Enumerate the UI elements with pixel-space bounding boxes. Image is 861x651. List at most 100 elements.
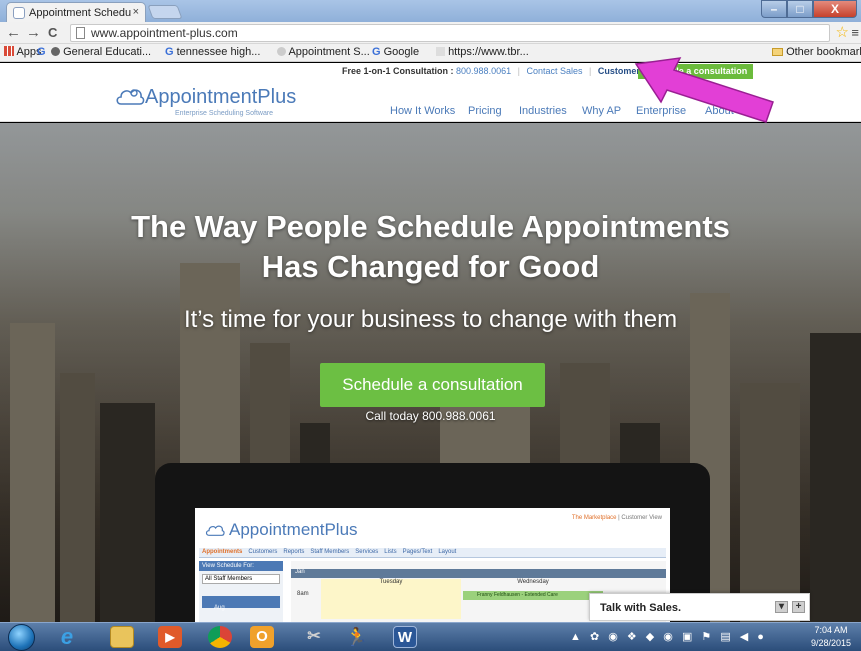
separator: | (517, 66, 520, 76)
system-tray-icons[interactable]: ▲ ✿ ◉ ❖ ◆ ◉ ▣ ⚑ ▤ ◀ ● (570, 630, 767, 643)
nav-why-ap[interactable]: Why AP (582, 105, 621, 117)
chrome-icon[interactable] (208, 626, 232, 648)
google-g-glyph: G (37, 46, 46, 58)
word-icon[interactable]: W (393, 626, 417, 648)
hero-title-line-1: The Way People Schedule Appointments (131, 209, 730, 244)
app-logo-text: AppointmentPlus (229, 520, 358, 539)
logo-tagline: Enterprise Scheduling Software (175, 110, 274, 117)
app-tab-layout: Layout (438, 549, 457, 555)
outlook-icon[interactable]: O (250, 626, 274, 648)
clock-time: 7:04 AM (814, 625, 848, 635)
separator: | (589, 66, 592, 76)
hero-call-text: Call today 800.988.0061 (365, 409, 496, 423)
snipping-tool-icon[interactable]: ✂ (302, 626, 326, 648)
media-player-icon[interactable]: ▶ (158, 626, 182, 648)
calendar-month-label: Jan (295, 569, 305, 575)
customer-view-label: Customer View (621, 515, 662, 521)
bookmark-label: Google (383, 46, 420, 58)
bookmark-apps[interactable]: Apps (4, 46, 42, 58)
tab-title: Appointment Schedu (29, 7, 132, 19)
internet-explorer-icon[interactable]: e (55, 626, 79, 648)
page-icon (436, 47, 445, 56)
google-g-icon[interactable]: G (37, 46, 46, 58)
annotation-arrow-icon (634, 57, 774, 123)
month-nav: Aug (202, 596, 280, 611)
nav-how-it-works[interactable]: How It Works (390, 105, 455, 117)
google-g-icon: G (372, 46, 381, 58)
browser-tab[interactable]: Appointment Schedu × (6, 2, 146, 22)
bookmark-general-education[interactable]: General Educati... (51, 46, 151, 58)
back-button[interactable]: ← (6, 24, 21, 41)
calendar-day-wednesday: Wednesday (517, 579, 549, 585)
app-tab-customers: Customers (248, 549, 278, 555)
header-utility-bar: Free 1-on-1 Consultation : 800.988.0061 … (342, 66, 667, 76)
phone-link[interactable]: 800.988.0061 (456, 66, 511, 76)
aim-runner-icon[interactable]: 🏃 (345, 626, 369, 648)
contact-sales-link[interactable]: Contact Sales (526, 66, 582, 76)
nav-industries[interactable]: Industries (519, 105, 567, 117)
talk-with-sales-label: Talk with Sales. (600, 602, 682, 614)
windows-taskbar: e ▶ O ✂ 🏃 W ▲ ✿ ◉ ❖ ◆ ◉ ▣ ⚑ ▤ ◀ ● 7:04 A… (0, 622, 861, 651)
app-tab-appointments: Appointments (202, 549, 243, 555)
staff-select: All Staff Members (202, 574, 280, 584)
bookmark-other[interactable]: Other bookmarks (772, 46, 861, 58)
site-dot-icon (51, 47, 60, 56)
bookmark-label: tennessee high... (176, 46, 261, 58)
app-sidebar: View Schedule For: All Staff Members Aug (199, 561, 283, 623)
cloud-logo-icon (116, 89, 145, 105)
month-label: Aug (214, 605, 225, 611)
page-icon (76, 27, 85, 39)
marketplace-link: The Marketplace | Customer View (571, 515, 662, 521)
clock-date: 9/28/2015 (810, 638, 852, 648)
calendar-day-tuesday: Tuesday (321, 579, 461, 619)
file-explorer-icon[interactable] (110, 626, 134, 648)
window-controls: – □ X (761, 0, 857, 20)
address-bar[interactable]: www.appointment-plus.com (70, 24, 830, 42)
hero-subtitle: It’s time for your business to change wi… (183, 306, 678, 333)
app-tab-lists: Lists (384, 549, 397, 555)
marketplace-label: The Marketplace (571, 515, 617, 521)
bookmark-appointment[interactable]: Appointment S... (277, 46, 370, 58)
calendar-appointment: Franny Feldhausen - Extended Care (463, 591, 603, 600)
window-close-button[interactable]: X (813, 0, 857, 18)
consultation-label: Free 1-on-1 Consultation : (342, 66, 454, 76)
app-tab-pages: Pages/Text (402, 549, 433, 555)
chat-expand-button[interactable]: + (792, 601, 805, 613)
background-building (100, 403, 155, 623)
bookmark-label: https://www.tbr... (448, 46, 529, 58)
calendar-header-bar: Jan (291, 569, 666, 578)
view-schedule-header: View Schedule For: (199, 561, 283, 571)
apps-grid-icon (4, 46, 14, 56)
app-tab-reports: Reports (283, 549, 305, 555)
app-tab-staff: Staff Members (310, 549, 350, 555)
window-minimize-button[interactable]: – (761, 0, 787, 18)
window-maximize-button[interactable]: □ (787, 0, 813, 18)
app-tabs: Appointments Customers Reports Staff Member… (199, 548, 666, 558)
google-g-icon: G (165, 46, 174, 58)
forward-button[interactable]: → (26, 24, 41, 41)
talk-with-sales-widget[interactable]: Talk with Sales. ▾ + (589, 593, 810, 621)
app-tab-services: Services (355, 549, 379, 555)
taskbar-clock[interactable]: 7:04 AM 9/28/2015 (805, 624, 857, 650)
reload-button[interactable]: C (48, 25, 57, 40)
start-button[interactable] (8, 624, 35, 651)
bookmark-label: General Educati... (63, 46, 152, 58)
chat-minimize-button[interactable]: ▾ (775, 601, 788, 613)
cloud-logo-icon (205, 525, 225, 536)
screen: Appointment Schedu × – □ X ← → C www.app… (0, 0, 861, 651)
bookmark-label: Other bookmarks (786, 46, 861, 58)
new-tab-button[interactable] (147, 5, 183, 19)
browser-menu-icon[interactable]: ≡ (851, 25, 859, 40)
tab-close-icon[interactable]: × (133, 6, 139, 18)
bookmark-star-icon[interactable]: ☆ (836, 23, 849, 41)
logo-text: AppointmentPlus (145, 86, 297, 108)
bookmark-tennessee-high[interactable]: G tennessee high... (165, 46, 260, 58)
background-building (810, 333, 861, 623)
hero-section: The Way People Schedule Appointments Has… (0, 123, 861, 623)
background-building (10, 323, 55, 623)
nav-pricing[interactable]: Pricing (468, 105, 502, 117)
browser-tab-strip: Appointment Schedu × – □ X (0, 0, 861, 22)
bookmark-google[interactable]: G Google (372, 46, 419, 58)
bookmark-tbr[interactable]: https://www.tbr... (436, 46, 529, 58)
hero-schedule-consultation-button[interactable]: Schedule a consultation (320, 363, 545, 407)
